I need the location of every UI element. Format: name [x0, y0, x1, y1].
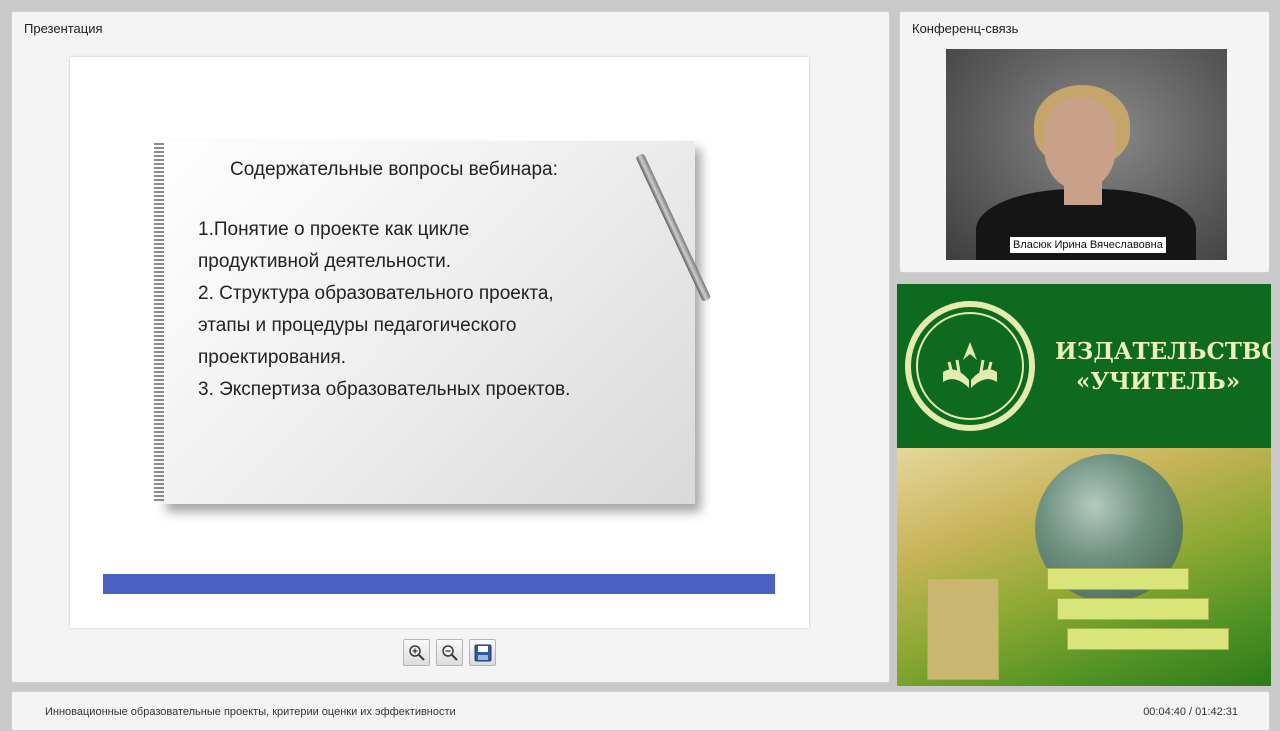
pen-image: [635, 153, 712, 302]
publisher-banner: ИЗДАТЕЛЬСТВО «УЧИТЕЛЬ»: [897, 284, 1271, 686]
save-icon: [474, 644, 492, 662]
speaker-face: [1044, 97, 1116, 189]
slide-line: 2. Структура образовательного проекта,: [198, 283, 554, 304]
zoom-in-button[interactable]: [403, 639, 430, 666]
slide-line: проектирования.: [198, 347, 347, 368]
spiral-binding: [154, 143, 164, 501]
presentation-title: Презентация: [24, 21, 103, 36]
bottom-bar: Инновационные образовательные проекты, к…: [11, 691, 1270, 731]
book-shape: [1067, 628, 1229, 650]
slide-footer-bar: [103, 574, 775, 594]
slide-heading: Содержательные вопросы вебинара:: [230, 159, 558, 180]
speaker-name-tag: Власюк Ирина Вячеславовна: [1010, 237, 1166, 253]
zoom-out-button[interactable]: [436, 639, 463, 666]
zoom-in-icon: [409, 645, 425, 661]
notebook-image: Содержательные вопросы вебинара: 1.Понят…: [154, 141, 712, 504]
slide-line: 1.Понятие о проекте как цикле: [198, 219, 470, 240]
slide-line: этапы и процедуры педагогического: [198, 315, 517, 336]
course-title: Инновационные образовательные проекты, к…: [45, 706, 456, 718]
presentation-panel: Презентация Содержательные вопросы вебин…: [11, 11, 890, 683]
banner-books-image: [897, 448, 1271, 686]
zoom-out-icon: [442, 645, 458, 661]
slide-line: 3. Экспертиза образовательных проектов.: [198, 379, 571, 400]
book-emblem-icon: [943, 342, 997, 388]
speaker-video[interactable]: Власюк Ирина Вячеславовна: [946, 49, 1227, 260]
slide: Содержательные вопросы вебинара: 1.Понят…: [70, 57, 809, 628]
playback-timecode: 00:04:40 / 01:42:31: [1143, 706, 1238, 718]
book-shape: [1057, 598, 1209, 620]
slide-line: продуктивной деятельности.: [198, 251, 451, 272]
book-shape: [1047, 568, 1189, 590]
book-shape: [927, 578, 999, 680]
banner-logo-area: ИЗДАТЕЛЬСТВО «УЧИТЕЛЬ»: [897, 284, 1271, 448]
conference-title: Конференц-связь: [912, 21, 1019, 36]
publisher-name-line1: ИЗДАТЕЛЬСТВО: [1055, 338, 1271, 365]
publisher-name-line2: «УЧИТЕЛЬ»: [1076, 368, 1241, 395]
conference-panel: Конференц-связь Власюк Ирина Вячеславовн…: [899, 11, 1270, 273]
save-button[interactable]: [469, 639, 496, 666]
